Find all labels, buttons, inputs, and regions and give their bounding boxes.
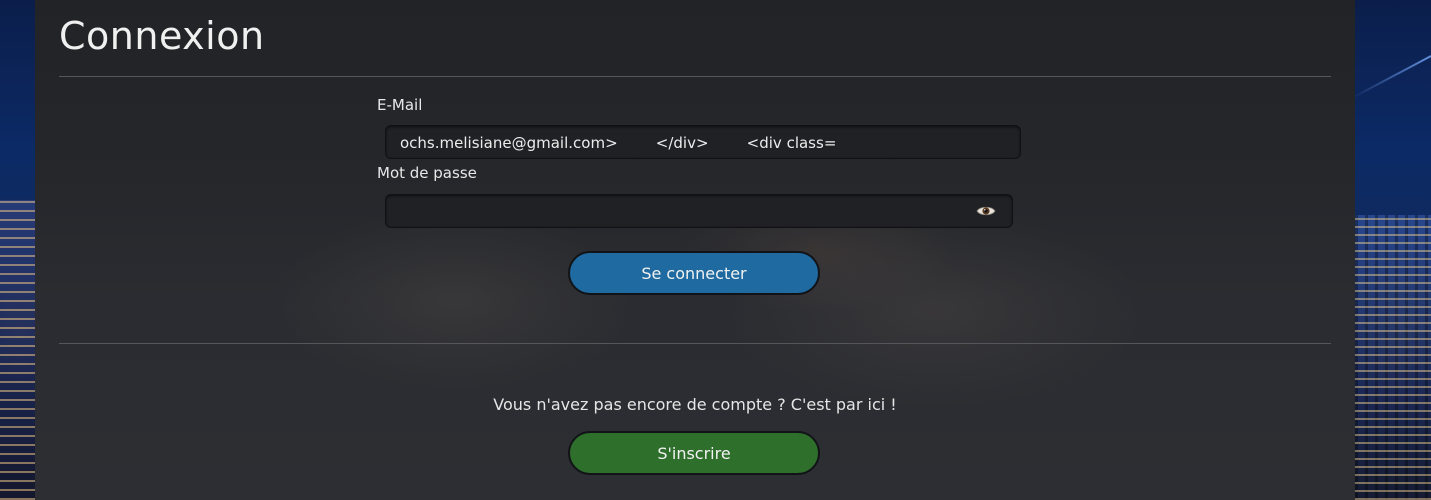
page-title: Connexion — [59, 14, 265, 58]
login-button[interactable]: Se connecter — [568, 251, 820, 295]
background-light-streak — [1351, 55, 1431, 100]
signup-button[interactable]: S'inscrire — [568, 431, 820, 475]
password-field[interactable] — [385, 194, 1013, 228]
password-input[interactable] — [396, 199, 960, 225]
login-panel: Connexion E-Mail ochs.melisiane@gmail.co… — [35, 0, 1355, 500]
background-building-left — [0, 200, 36, 500]
background-building-right — [1355, 215, 1431, 500]
password-label: Mot de passe — [377, 164, 477, 182]
signup-prompt: Vous n'avez pas encore de compte ? C'est… — [493, 395, 897, 414]
login-button-label: Se connecter — [641, 263, 747, 283]
email-field-value: ochs.melisiane@gmail.com> </div> <div cl… — [400, 134, 837, 152]
section-divider — [59, 343, 1331, 344]
signup-button-label: S'inscrire — [657, 443, 731, 463]
email-label: E-Mail — [377, 96, 423, 114]
eye-icon[interactable] — [976, 204, 996, 218]
email-field[interactable]: ochs.melisiane@gmail.com> </div> <div cl… — [385, 125, 1021, 159]
title-divider — [59, 76, 1331, 77]
